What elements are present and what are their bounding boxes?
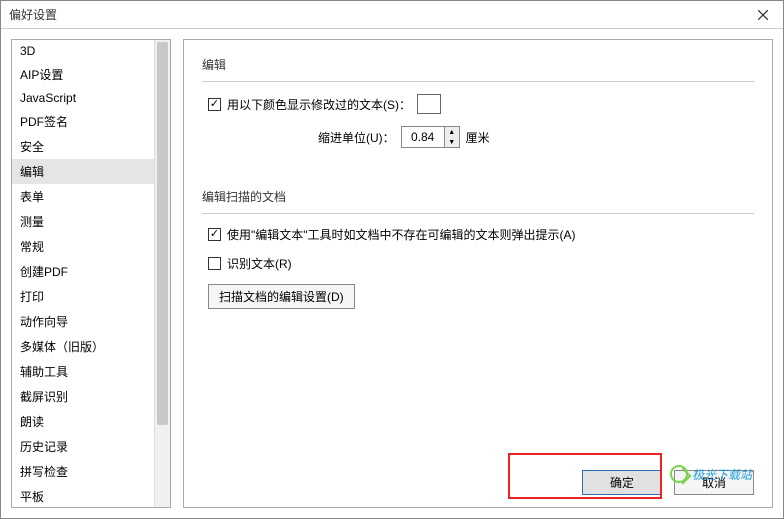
scrollbar-thumb[interactable]: [157, 42, 168, 425]
close-button[interactable]: [743, 1, 783, 29]
sidebar-item-0[interactable]: 3D: [12, 40, 154, 62]
sidebar-item-17[interactable]: 拼写检查: [12, 459, 154, 484]
sidebar-item-5[interactable]: 编辑: [12, 159, 154, 184]
label-ocr: 识别文本(R): [227, 255, 292, 272]
indent-input-wrap: ▲ ▼: [401, 126, 460, 148]
group-scan: 使用"编辑文本"工具时如文档中不存在可编辑的文本则弹出提示(A) 识别文本(R)…: [202, 213, 754, 337]
checkbox-prompt[interactable]: [208, 228, 221, 241]
window-title: 偏好设置: [9, 6, 57, 23]
sidebar-item-3[interactable]: PDF签名: [12, 109, 154, 134]
indent-spinner: ▲ ▼: [444, 127, 459, 147]
group-scan-title: 编辑扫描的文档: [202, 188, 754, 205]
titlebar: 偏好设置: [1, 1, 783, 29]
dialog-footer: 确定 取消: [582, 470, 754, 495]
row-prompt: 使用"编辑文本"工具时如文档中不存在可编辑的文本则弹出提示(A): [208, 226, 748, 243]
cancel-button[interactable]: 取消: [674, 470, 754, 495]
indent-spin-up[interactable]: ▲: [445, 127, 459, 137]
category-sidebar: 3DAIP设置JavaScriptPDF签名安全编辑表单测量常规创建PDF打印动…: [11, 39, 171, 508]
settings-panel: 编辑 用以下颜色显示修改过的文本(S)： 缩进单位(U)： ▲ ▼: [183, 39, 773, 508]
sidebar-item-13[interactable]: 辅助工具: [12, 359, 154, 384]
color-swatch[interactable]: [417, 94, 441, 114]
group-edit-title: 编辑: [202, 56, 754, 73]
sidebar-item-15[interactable]: 朗读: [12, 409, 154, 434]
sidebar-item-11[interactable]: 动作向导: [12, 309, 154, 334]
indent-spin-down[interactable]: ▼: [445, 137, 459, 147]
indent-input[interactable]: [402, 127, 444, 147]
sidebar-scrollbar[interactable]: [154, 40, 170, 507]
sidebar-item-9[interactable]: 创建PDF: [12, 259, 154, 284]
sidebar-item-12[interactable]: 多媒体（旧版）: [12, 334, 154, 359]
close-icon: [758, 10, 768, 20]
preferences-dialog: 偏好设置 3DAIP设置JavaScriptPDF签名安全编辑表单测量常规创建P…: [0, 0, 784, 519]
sidebar-item-18[interactable]: 平板: [12, 484, 154, 508]
group-edit: 用以下颜色显示修改过的文本(S)： 缩进单位(U)： ▲ ▼ 厘米: [202, 81, 754, 176]
label-edited-color: 用以下颜色显示修改过的文本(S)：: [227, 96, 411, 113]
sidebar-item-16[interactable]: 历史记录: [12, 434, 154, 459]
sidebar-item-4[interactable]: 安全: [12, 134, 154, 159]
dialog-body: 3DAIP设置JavaScriptPDF签名安全编辑表单测量常规创建PDF打印动…: [1, 29, 783, 518]
checkbox-edited-color[interactable]: [208, 98, 221, 111]
ok-button[interactable]: 确定: [582, 470, 662, 495]
sidebar-item-1[interactable]: AIP设置: [12, 62, 154, 87]
sidebar-item-2[interactable]: JavaScript: [12, 87, 154, 109]
sidebar-item-7[interactable]: 测量: [12, 209, 154, 234]
row-scan-settings: 扫描文档的编辑设置(D): [208, 284, 748, 309]
sidebar-item-6[interactable]: 表单: [12, 184, 154, 209]
sidebar-item-14[interactable]: 截屏识别: [12, 384, 154, 409]
row-ocr: 识别文本(R): [208, 255, 748, 272]
sidebar-item-10[interactable]: 打印: [12, 284, 154, 309]
label-prompt: 使用"编辑文本"工具时如文档中不存在可编辑的文本则弹出提示(A): [227, 226, 576, 243]
checkbox-ocr[interactable]: [208, 257, 221, 270]
row-edited-color: 用以下颜色显示修改过的文本(S)：: [208, 94, 748, 114]
row-indent-unit: 缩进单位(U)： ▲ ▼ 厘米: [318, 126, 748, 148]
label-indent-unit: 缩进单位(U)：: [318, 129, 395, 146]
scan-settings-button[interactable]: 扫描文档的编辑设置(D): [208, 284, 355, 309]
label-indent-suffix: 厘米: [466, 129, 490, 146]
sidebar-item-8[interactable]: 常规: [12, 234, 154, 259]
